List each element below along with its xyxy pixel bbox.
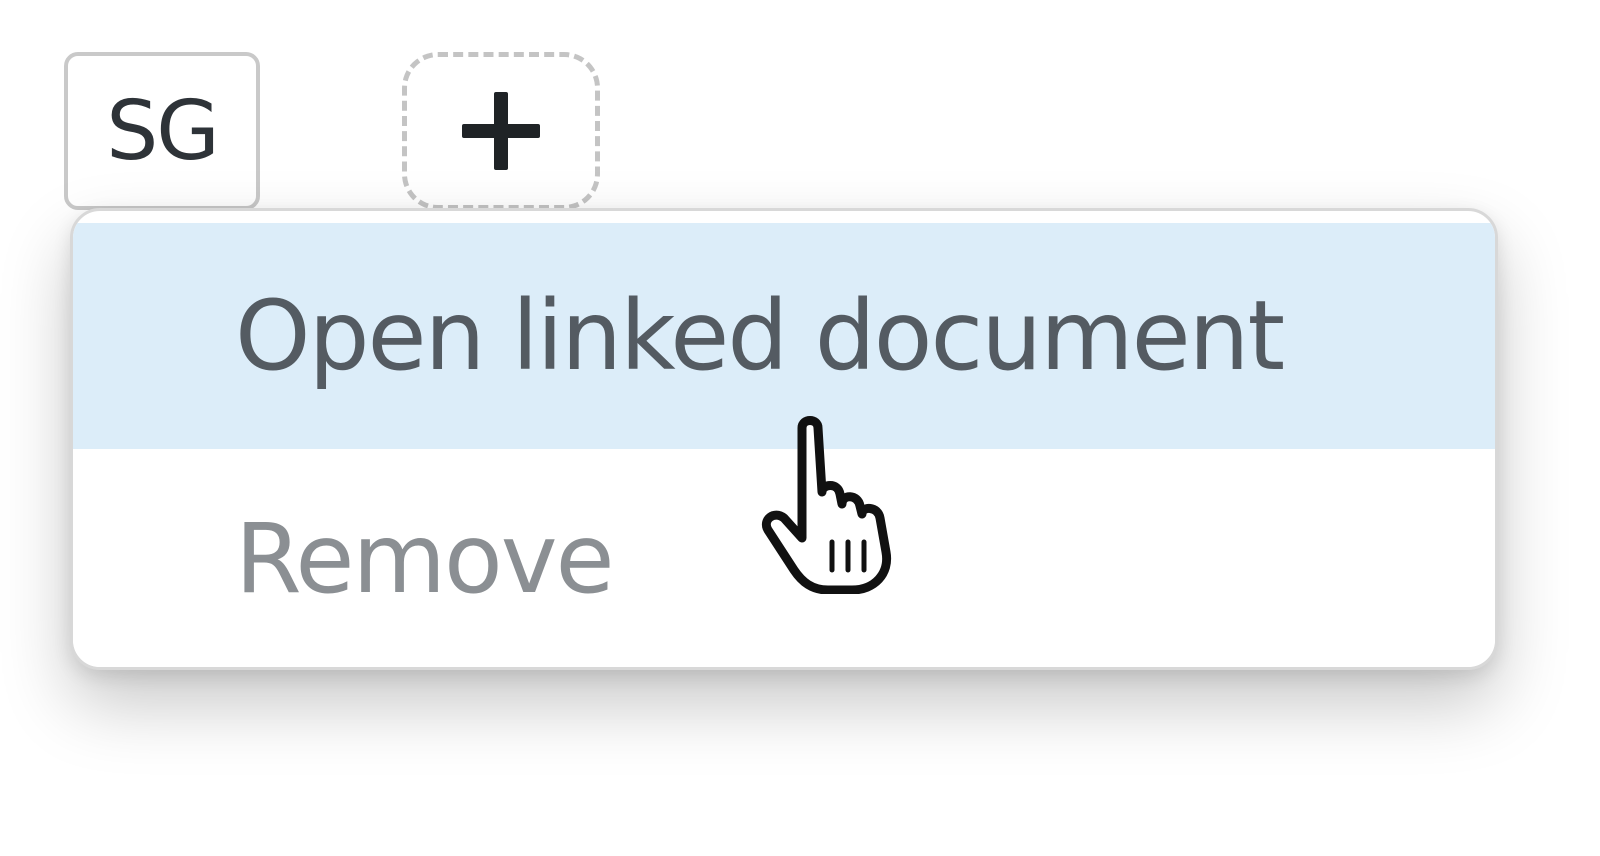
canvas: SG Open linked document Remove <box>0 0 1600 856</box>
menu-item-remove[interactable]: Remove <box>73 449 1495 667</box>
menu-item-open-linked-document[interactable]: Open linked document <box>73 223 1495 449</box>
add-button[interactable] <box>402 52 600 210</box>
chip-label: SG <box>106 83 220 179</box>
context-menu: Open linked document Remove <box>70 208 1498 670</box>
menu-item-label: Open linked document <box>235 280 1285 392</box>
user-initials-chip[interactable]: SG <box>64 52 260 210</box>
menu-item-label: Remove <box>235 503 615 615</box>
plus-icon <box>458 88 544 174</box>
